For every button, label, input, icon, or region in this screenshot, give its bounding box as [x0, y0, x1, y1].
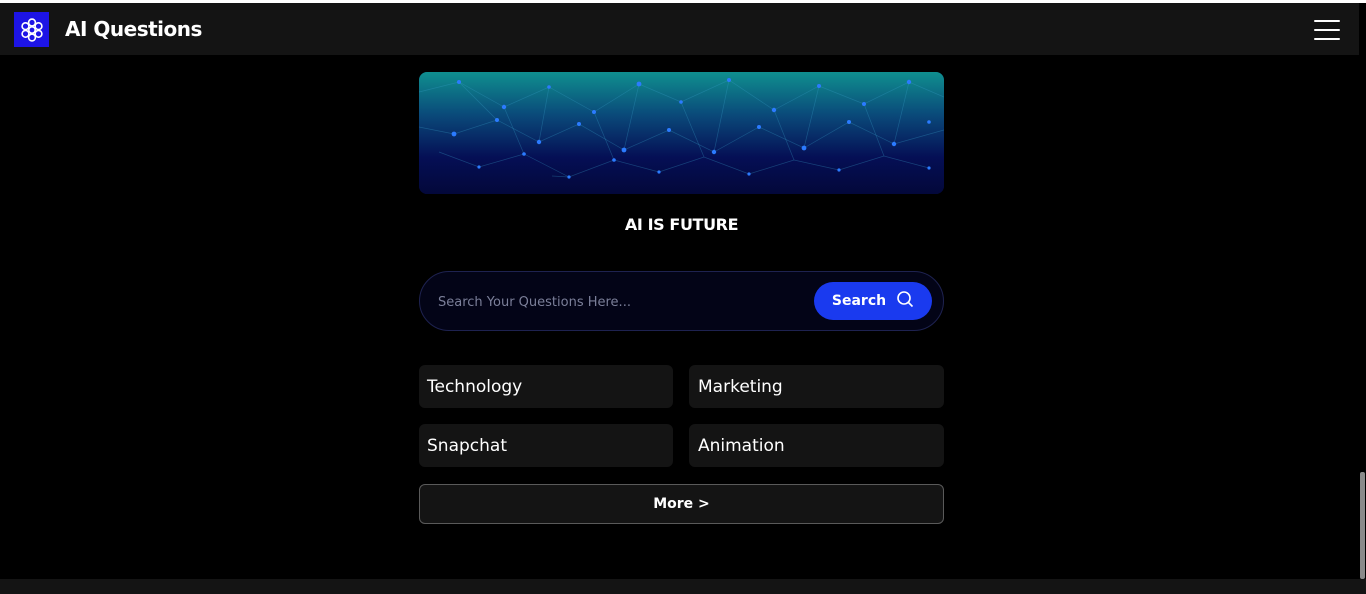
search-button-label: Search: [831, 293, 887, 309]
site-title[interactable]: AI Questions: [65, 17, 202, 41]
search-icon: [896, 290, 914, 312]
category-label: Animation: [698, 435, 785, 456]
menu-bar-line: [1314, 20, 1340, 22]
category-animation[interactable]: Animation: [689, 424, 944, 467]
category-marketing[interactable]: Marketing: [689, 365, 944, 408]
search-bar: Search: [419, 271, 944, 331]
category-label: Technology: [427, 376, 523, 397]
menu-bar-line: [1314, 29, 1340, 31]
network-banner-image: [419, 72, 944, 194]
menu-bar-line: [1314, 38, 1340, 40]
search-input[interactable]: [438, 290, 818, 314]
top-navbar: AI Questions: [0, 3, 1359, 55]
category-label: Marketing: [698, 376, 783, 397]
category-snapchat[interactable]: Snapchat: [419, 424, 673, 467]
brain-icon[interactable]: [14, 12, 49, 47]
search-button[interactable]: Search: [814, 282, 932, 320]
page-headline: AI IS FUTURE: [624, 215, 739, 234]
more-button[interactable]: More >: [419, 484, 944, 524]
hamburger-menu-icon[interactable]: [1314, 20, 1340, 40]
scrollbar-thumb[interactable]: [1360, 472, 1365, 579]
category-label: Snapchat: [427, 435, 507, 456]
footer-strip: [0, 579, 1366, 594]
category-technology[interactable]: Technology: [419, 365, 673, 408]
